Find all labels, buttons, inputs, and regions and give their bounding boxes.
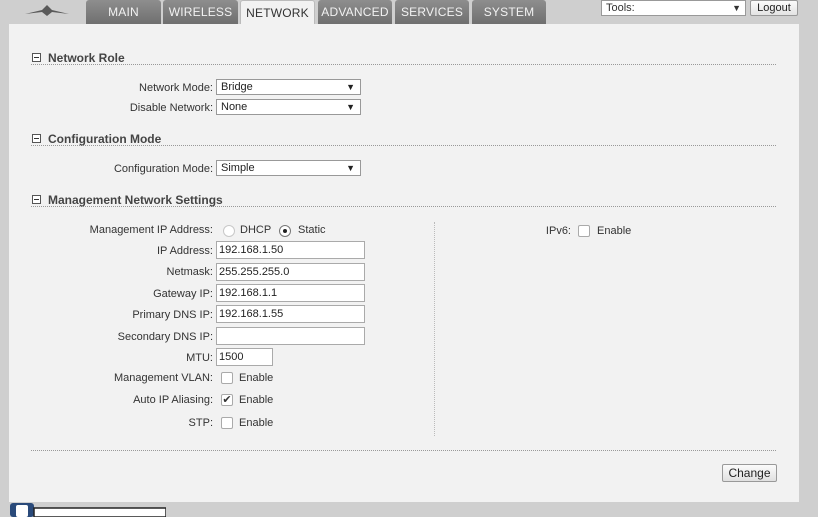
primary-dns-input[interactable]: 192.168.1.55 (216, 305, 365, 323)
tab-services[interactable]: SERVICES (395, 0, 469, 24)
gateway-ip-input[interactable]: 192.168.1.1 (216, 284, 365, 302)
ipv6-checkbox[interactable] (578, 225, 590, 237)
chevron-down-icon: ▼ (346, 102, 355, 112)
main-panel: Network Role Network Mode: Bridge ▼ Disa… (9, 24, 799, 502)
network-mode-select[interactable]: Bridge ▼ (216, 79, 361, 95)
management-ip-label: Management IP Address: (89, 224, 213, 236)
secondary-dns-label: Secondary DNS IP: (117, 331, 213, 343)
bottom-divider (31, 450, 776, 451)
network-mode-label: Network Mode: (139, 82, 213, 94)
tools-select-value: Tools: (606, 2, 635, 14)
stp-checkbox[interactable] (221, 417, 233, 429)
management-vlan-label: Management VLAN: (113, 372, 213, 384)
tab-advanced[interactable]: ADVANCED (318, 0, 392, 24)
section-title: Management Network Settings (48, 193, 223, 207)
management-vlan-checkbox[interactable] (221, 372, 233, 384)
ip-address-label: IP Address: (156, 245, 213, 257)
stp-enable-label: Enable (239, 417, 274, 429)
ubiquiti-logo-icon[interactable] (22, 2, 72, 20)
configuration-mode-label: Configuration Mode: (113, 163, 213, 175)
netmask-input[interactable]: 255.255.255.0 (216, 263, 365, 281)
secondary-dns-input[interactable] (216, 327, 365, 345)
chevron-down-icon: ▼ (346, 82, 355, 92)
checkmark-icon: ✔ (222, 394, 232, 406)
tab-system[interactable]: SYSTEM (472, 0, 546, 24)
section-title: Network Role (48, 51, 125, 65)
auto-ip-aliasing-label: Auto IP Aliasing: (133, 394, 213, 406)
section-management-network: Management Network Settings (31, 192, 776, 207)
genuine-product-badge-icon (10, 503, 166, 517)
column-divider (434, 222, 435, 436)
dhcp-radio[interactable] (223, 225, 235, 237)
section-configuration-mode: Configuration Mode (31, 131, 776, 146)
network-mode-value: Bridge (221, 81, 253, 93)
auto-ip-aliasing-enable-label: Enable (239, 394, 274, 406)
tab-main[interactable]: MAIN (86, 0, 161, 24)
top-nav-bar: MAIN WIRELESS NETWORK ADVANCED SERVICES … (0, 0, 818, 25)
disable-network-select[interactable]: None ▼ (216, 99, 361, 115)
ipv6-enable-label: Enable (597, 225, 632, 237)
ipv6-label: IPv6: (545, 225, 571, 237)
static-radio[interactable] (279, 225, 291, 237)
section-title: Configuration Mode (48, 132, 162, 146)
static-label: Static (298, 224, 326, 236)
chevron-down-icon: ▼ (732, 3, 741, 13)
auto-ip-aliasing-checkbox[interactable]: ✔ (221, 394, 233, 406)
disable-network-label: Disable Network: (129, 102, 213, 114)
section-network-role: Network Role (31, 50, 776, 65)
management-vlan-enable-label: Enable (239, 372, 274, 384)
configuration-mode-select[interactable]: Simple ▼ (216, 160, 361, 176)
collapse-icon[interactable] (32, 134, 41, 143)
tools-select[interactable]: Tools: ▼ (601, 0, 746, 16)
dhcp-label: DHCP (240, 224, 272, 236)
tab-network[interactable]: NETWORK (240, 0, 315, 25)
logout-button[interactable]: Logout (750, 0, 798, 16)
disable-network-value: None (221, 101, 248, 113)
configuration-mode-value: Simple (221, 162, 255, 174)
tab-wireless[interactable]: WIRELESS (163, 0, 238, 24)
primary-dns-label: Primary DNS IP: (132, 309, 213, 321)
ip-address-input[interactable]: 192.168.1.50 (216, 241, 365, 259)
gateway-ip-label: Gateway IP: (153, 288, 213, 300)
collapse-icon[interactable] (32, 53, 41, 62)
stp-label: STP: (188, 417, 213, 429)
mtu-input[interactable]: 1500 (216, 348, 273, 366)
netmask-label: Netmask: (166, 266, 213, 278)
collapse-icon[interactable] (32, 195, 41, 204)
mtu-label: MTU: (186, 352, 213, 364)
chevron-down-icon: ▼ (346, 163, 355, 173)
change-button[interactable]: Change (722, 464, 777, 482)
